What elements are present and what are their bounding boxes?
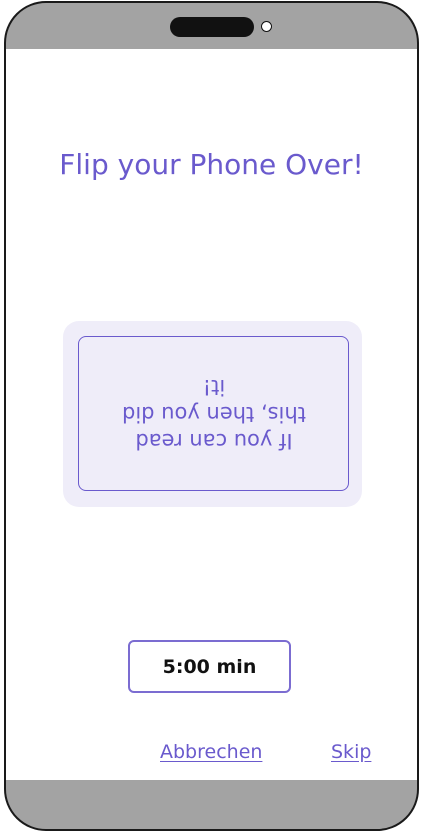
phone-frame: Flip your Phone Over! If you can read th… [4,1,419,831]
upside-down-message: If you can read this, then you did it! [121,375,306,453]
camera-icon [261,21,272,32]
phone-notch [170,17,254,37]
page-title: Flip your Phone Over! [59,148,364,181]
skip-link[interactable]: Skip [331,741,371,763]
flip-card: If you can read this, then you did it! [63,321,362,507]
flip-card-frame: If you can read this, then you did it! [78,336,349,491]
cancel-link[interactable]: Abbrechen [160,741,262,763]
app-screen: Flip your Phone Over! If you can read th… [6,49,417,780]
timer-display: 5:00 min [128,640,291,693]
